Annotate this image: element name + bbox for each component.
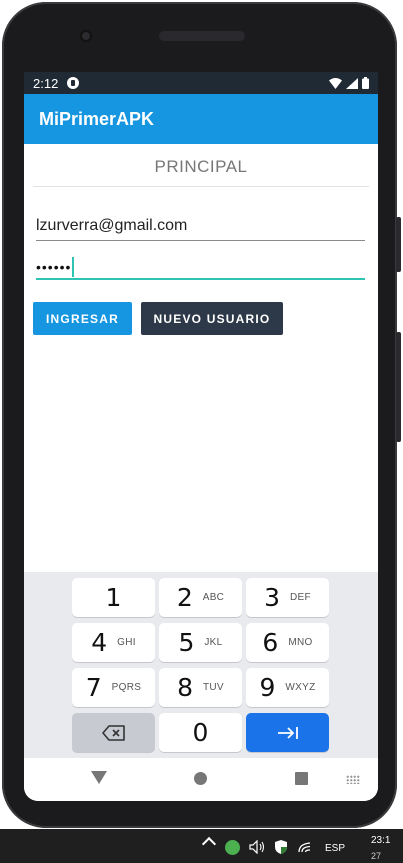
speaker-icon[interactable] xyxy=(249,840,265,854)
key-2[interactable]: 2 ABC xyxy=(159,578,242,617)
wifi-icon-taskbar[interactable] xyxy=(298,840,312,853)
device-screen: 2:12 MiPrimerAPK PRINCIPAL lzurverra@gma… xyxy=(24,72,378,801)
clock-date[interactable]: 27 xyxy=(371,851,381,861)
chevron-up-icon[interactable] xyxy=(201,836,217,852)
wifi-icon xyxy=(329,77,342,89)
defender-icon[interactable] xyxy=(274,839,288,855)
text-caret xyxy=(72,257,75,277)
key-3[interactable]: 3 DEF xyxy=(246,578,329,617)
phone-frame: 2:12 MiPrimerAPK PRINCIPAL lzurverra@gma… xyxy=(2,2,401,828)
status-time: 2:12 xyxy=(33,75,59,91)
title-divider xyxy=(33,186,369,187)
tab-arrow-icon xyxy=(277,726,298,739)
main-content: PRINCIPAL lzurverra@gmail.com •••••• ING… xyxy=(24,144,378,589)
earpiece-speaker xyxy=(159,31,245,41)
app-title: MiPrimerAPK xyxy=(39,108,155,129)
backspace-key[interactable] xyxy=(72,713,155,752)
key-6[interactable]: 6 MNO xyxy=(246,623,329,662)
security-icon[interactable] xyxy=(225,840,240,855)
keyboard-switch-icon[interactable] xyxy=(346,775,360,784)
key-8[interactable]: 8 TUV xyxy=(159,668,242,707)
key-1[interactable]: 1 xyxy=(72,578,155,617)
key-0[interactable]: 0 xyxy=(159,713,242,752)
home-icon[interactable] xyxy=(194,772,207,785)
battery-icon xyxy=(362,77,369,89)
windows-taskbar: ESP 23:1 27 xyxy=(0,829,403,863)
new-user-button[interactable]: NUEVO USUARIO xyxy=(141,302,283,335)
signal-icon xyxy=(346,77,358,89)
back-icon[interactable] xyxy=(91,771,107,784)
backspace-icon xyxy=(101,724,125,741)
app-bar: MiPrimerAPK xyxy=(24,94,378,144)
next-field-key[interactable] xyxy=(246,713,329,752)
login-button[interactable]: INGRESAR xyxy=(33,302,132,335)
password-field[interactable]: •••••• xyxy=(36,256,365,280)
key-7[interactable]: 7 PQRS xyxy=(72,668,155,707)
android-navigation-bar xyxy=(24,758,378,801)
volume-rocker[interactable] xyxy=(396,332,401,442)
password-dots: •••••• xyxy=(36,259,72,275)
numeric-keyboard: 1 2 ABC 3 DEF 4 GHI 5 JKL 6 MNO 7 PQRS 8… xyxy=(24,572,378,758)
clock-time[interactable]: 23:1 xyxy=(371,835,390,846)
key-9[interactable]: 9 WXYZ xyxy=(246,668,329,707)
front-camera xyxy=(80,30,92,42)
key-4[interactable]: 4 GHI xyxy=(72,623,155,662)
power-button[interactable] xyxy=(396,217,401,272)
recents-icon[interactable] xyxy=(295,772,308,785)
key-5[interactable]: 5 JKL xyxy=(159,623,242,662)
status-bar: 2:12 xyxy=(24,72,378,94)
email-field[interactable]: lzurverra@gmail.com xyxy=(36,217,365,241)
app-notification-icon xyxy=(67,77,80,89)
input-language[interactable]: ESP xyxy=(325,843,345,854)
page-title: PRINCIPAL xyxy=(154,157,248,176)
